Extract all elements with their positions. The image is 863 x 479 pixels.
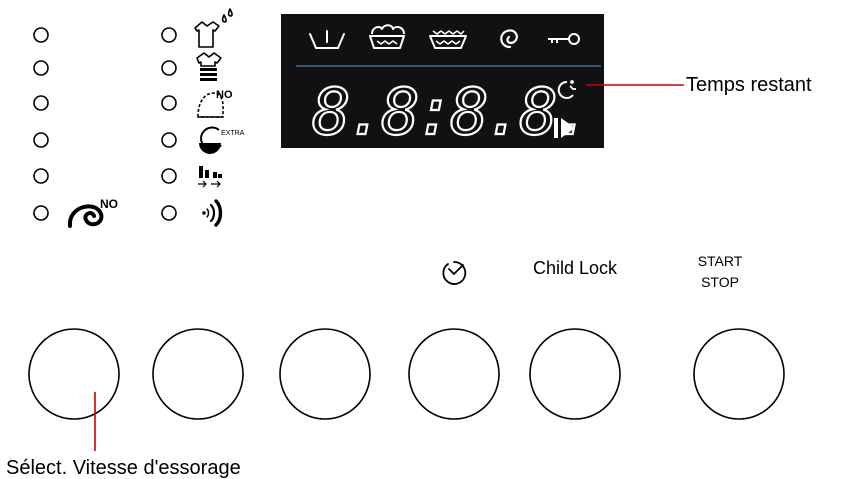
- left-indicator-column: [33, 27, 49, 221]
- bars-arrows-icon: [198, 166, 222, 188]
- indicator-led: [161, 205, 177, 221]
- start-stop-label-line1: START: [698, 253, 743, 269]
- indicator-led: [161, 60, 177, 76]
- sound-wave-icon: [202, 199, 223, 227]
- indicator-led: [161, 132, 177, 148]
- option-button-3[interactable]: [279, 328, 371, 420]
- shirt-drops-icon: [194, 8, 233, 48]
- no-iron-badge: NO: [216, 89, 233, 101]
- start-stop-button[interactable]: [693, 328, 785, 420]
- indicator-led: [161, 95, 177, 111]
- no-spin-badge: NO: [100, 197, 118, 211]
- spin-speed-button[interactable]: [28, 328, 120, 420]
- lcd-display: 8.8:8.8.: [281, 14, 604, 151]
- delay-button[interactable]: [408, 328, 500, 420]
- remaining-time-callout: Temps restant: [686, 74, 812, 96]
- child-lock-label: Child Lock: [533, 258, 618, 278]
- indicator-led: [161, 27, 177, 43]
- control-panel: NO NO EXTRA 8.8:8.8. Temps restant Child…: [6, 8, 812, 479]
- indicator-led: [33, 60, 49, 76]
- no-spin-icon: NO: [68, 197, 118, 228]
- shirt-stack-icon: [196, 52, 222, 81]
- right-indicator-column: [161, 27, 177, 221]
- extra-badge: EXTRA: [221, 130, 245, 137]
- indicator-led: [161, 168, 177, 184]
- indicator-led: [33, 205, 49, 221]
- indicator-led: [33, 95, 49, 111]
- indicator-led: [33, 132, 49, 148]
- extra-rinse-icon: EXTRA: [199, 126, 245, 154]
- indicator-led: [33, 168, 49, 184]
- no-iron-icon: NO: [197, 89, 233, 118]
- start-stop-label-line2: STOP: [701, 274, 739, 290]
- indicator-led: [33, 27, 49, 43]
- digit-readout: 8.8:8.8.: [312, 76, 588, 150]
- spin-speed-callout: Sélect. Vitesse d'essorage: [6, 457, 241, 479]
- option-button-2[interactable]: [152, 328, 244, 420]
- child-lock-button[interactable]: [529, 328, 621, 420]
- clock-check-icon: [442, 261, 467, 285]
